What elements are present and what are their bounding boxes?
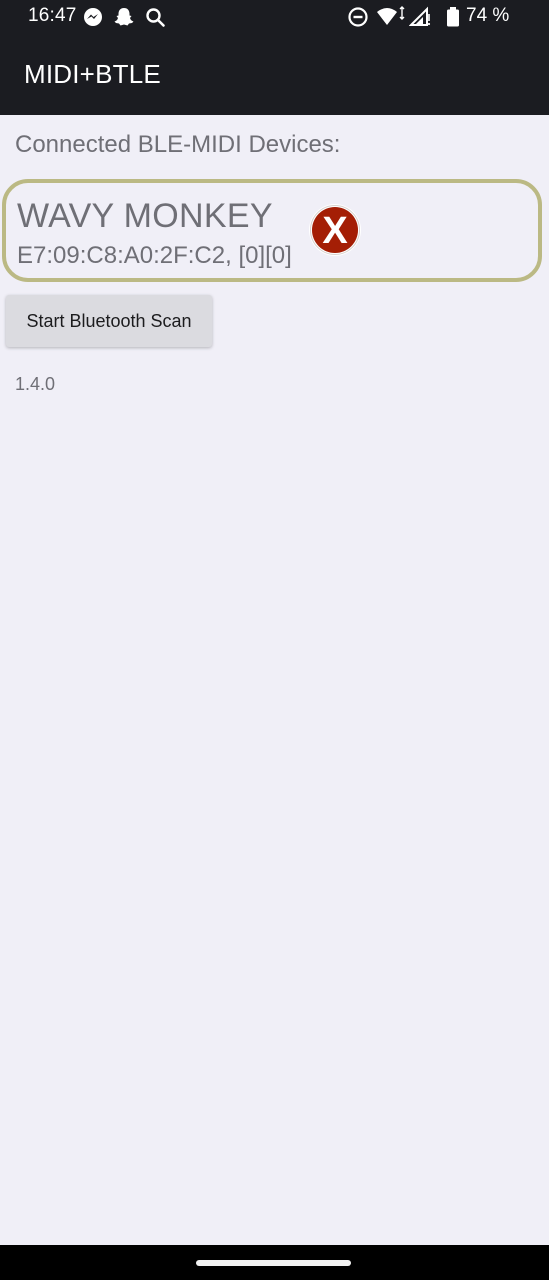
signal-icon bbox=[409, 6, 431, 26]
disconnect-button[interactable]: X bbox=[308, 203, 362, 257]
status-bar: 16:47 74 % bbox=[0, 0, 549, 34]
app-bar: MIDI+BTLE bbox=[0, 34, 549, 115]
do-not-disturb-icon bbox=[348, 7, 368, 27]
start-bluetooth-scan-button[interactable]: Start Bluetooth Scan bbox=[6, 295, 212, 347]
status-time: 16:47 bbox=[28, 5, 77, 26]
app-title: MIDI+BTLE bbox=[24, 59, 161, 89]
device-list-item[interactable]: WAVY MONKEY E7:09:C8:A0:2F:C2, [0][0] X bbox=[2, 179, 542, 282]
device-name: WAVY MONKEY bbox=[17, 197, 273, 235]
battery-percent: 74 % bbox=[466, 5, 510, 26]
snapchat-icon bbox=[114, 8, 134, 26]
disconnect-glyph: X bbox=[322, 210, 348, 252]
battery-icon bbox=[447, 7, 459, 27]
version-label: 1.4.0 bbox=[15, 374, 56, 394]
search-icon bbox=[146, 8, 165, 27]
navigation-bar bbox=[0, 1245, 549, 1280]
close-icon: X bbox=[309, 204, 361, 256]
home-gesture-handle[interactable] bbox=[196, 1260, 351, 1266]
connected-devices-heading: Connected BLE-MIDI Devices: bbox=[15, 131, 341, 158]
wifi-icon bbox=[377, 6, 405, 25]
device-address: E7:09:C8:A0:2F:C2, [0][0] bbox=[17, 242, 292, 269]
messenger-icon bbox=[84, 8, 102, 26]
